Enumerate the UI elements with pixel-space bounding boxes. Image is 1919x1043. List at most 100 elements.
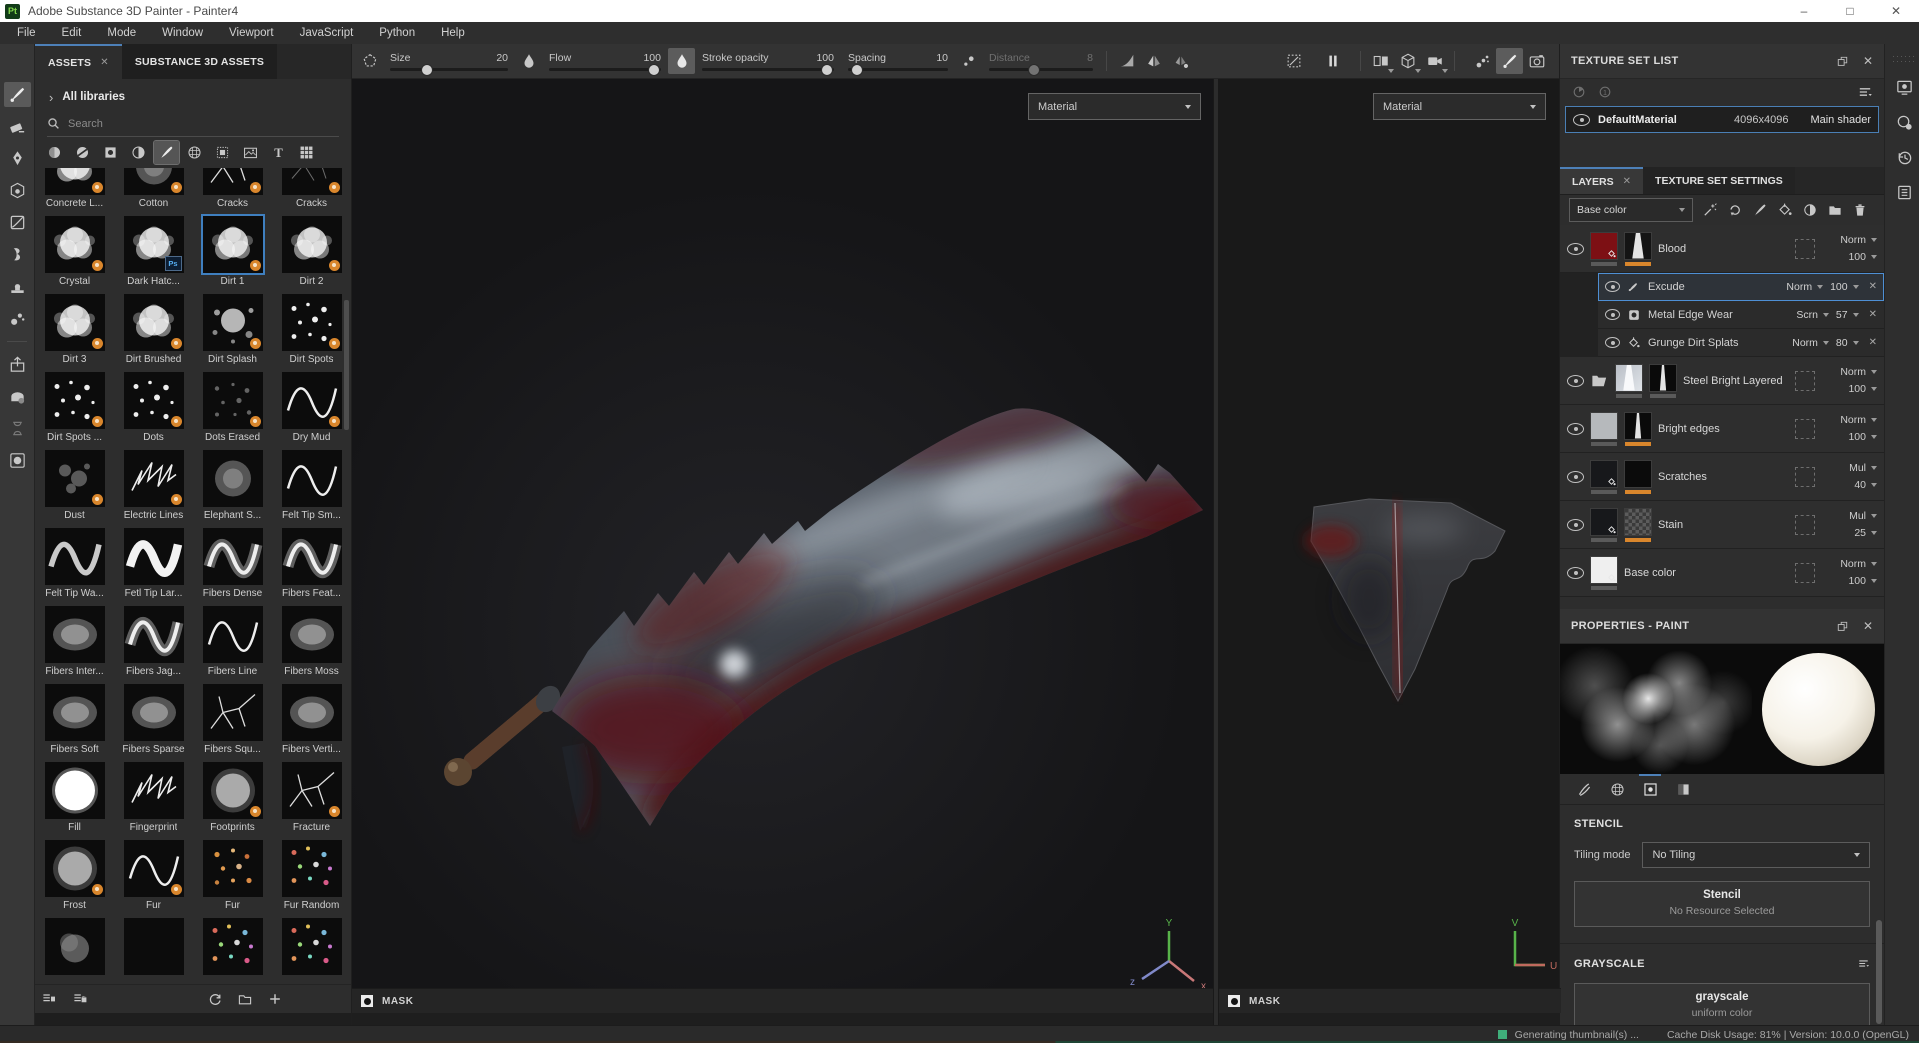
layer-row[interactable]: Stain Mul 25 — [1560, 501, 1884, 549]
display-sphere-icon[interactable] — [4, 448, 31, 473]
restore-button[interactable]: □ — [1827, 0, 1873, 22]
brushes-filter-icon[interactable] — [153, 140, 180, 165]
render-mode-icon[interactable] — [1523, 48, 1550, 74]
visibility-eye-icon[interactable] — [1567, 518, 1584, 531]
asset-item[interactable]: Fingerprint — [114, 762, 193, 840]
slider-knob[interactable] — [648, 63, 661, 76]
asset-item[interactable]: Dirt Spots — [272, 294, 351, 372]
mirror-icon[interactable] — [1140, 48, 1167, 74]
close-panel-icon[interactable]: ✕ — [1863, 54, 1873, 68]
asset-item[interactable]: Elephant S... — [193, 450, 272, 528]
log-icon[interactable] — [1892, 180, 1916, 204]
layer-thumbnail[interactable] — [1624, 507, 1652, 542]
asset-item[interactable]: Footprints — [193, 762, 272, 840]
smudge-tool[interactable] — [4, 210, 31, 235]
history-icon[interactable] — [1892, 145, 1916, 169]
asset-item[interactable]: Fibers Dense — [193, 528, 272, 606]
opacity-dropdown[interactable]: 100 — [1848, 431, 1877, 443]
minimize-button[interactable]: – — [1781, 0, 1827, 22]
blend-mode-dropdown[interactable]: Norm — [1840, 234, 1877, 246]
opacity-dropdown[interactable]: 80 — [1836, 337, 1859, 349]
viewport-3d[interactable]: Material Y x z MASK — [352, 79, 1213, 1026]
smart-masks-filter-icon[interactable] — [98, 141, 123, 164]
channel-bar-3d[interactable]: MASK — [352, 988, 1213, 1013]
layer-row[interactable]: Scratches Mul 40 — [1560, 453, 1884, 501]
asset-item[interactable]: Fibers Sparse — [114, 684, 193, 762]
brush-alpha-preview[interactable] — [1560, 644, 1752, 774]
display-settings-icon[interactable] — [1892, 75, 1916, 99]
viewport-2d[interactable]: Material V U MASK — [1219, 79, 1561, 1026]
assets-scrollbar[interactable] — [344, 300, 349, 430]
paint-mode-icon[interactable] — [1496, 48, 1523, 74]
asset-item[interactable]: Electric Lines — [114, 450, 193, 528]
opacity-dropdown[interactable]: 25 — [1854, 527, 1877, 539]
smart-materials-filter-icon[interactable] — [70, 141, 95, 164]
polygon-fill-tool[interactable] — [4, 178, 31, 203]
asset-item[interactable] — [272, 918, 351, 985]
layer-content-thumb[interactable] — [1590, 555, 1618, 584]
slider-track[interactable] — [549, 63, 661, 76]
uv-tile-toggle[interactable] — [1795, 514, 1815, 535]
import-assets-icon[interactable] — [267, 991, 283, 1007]
uv-tile-toggle[interactable] — [1795, 418, 1815, 439]
asset-grid-viewport[interactable]: Concrete L... Cotton Cracks Cracks Crystal Ps… — [35, 168, 351, 985]
asset-item[interactable]: Fibers Soft — [35, 684, 114, 762]
uv-tile-toggle[interactable] — [1795, 370, 1815, 391]
blend-mode-dropdown[interactable]: Norm — [1792, 337, 1829, 349]
menu-viewport[interactable]: Viewport — [216, 27, 287, 39]
shading-mode-dropdown-2d[interactable]: Material — [1373, 93, 1546, 120]
opacity-dropdown[interactable]: 57 — [1836, 309, 1859, 321]
details-view-icon[interactable] — [72, 991, 88, 1007]
split-view-icon[interactable] — [1367, 48, 1394, 74]
layer-thumbnail[interactable] — [1590, 459, 1618, 494]
layer-content-thumb[interactable] — [1624, 459, 1652, 488]
remove-effect-icon[interactable]: ✕ — [1869, 281, 1877, 292]
clone-tool[interactable] — [4, 242, 31, 267]
layer-thumbnail[interactable] — [1624, 459, 1652, 494]
pen-pressure-flow-icon[interactable] — [668, 48, 695, 74]
layer-thumbnail[interactable] — [1590, 411, 1618, 446]
layer-effect-row[interactable]: Metal Edge Wear Scrn 57 ✕ — [1598, 301, 1884, 329]
asset-item[interactable]: Dots — [114, 372, 193, 450]
layer-row[interactable]: Bright edges Norm 100 — [1560, 405, 1884, 453]
visibility-eye-icon[interactable] — [1573, 113, 1590, 126]
uv-tile-toggle[interactable] — [1795, 562, 1815, 583]
uv-tile-toggle[interactable] — [1795, 466, 1815, 487]
refresh-icon[interactable] — [207, 991, 223, 1007]
paint-brush-tool[interactable] — [3, 82, 31, 107]
asset-item[interactable]: Frost — [35, 840, 114, 918]
asset-item[interactable]: Felt Tip Sm... — [272, 450, 351, 528]
layer-content-thumb[interactable] — [1590, 411, 1618, 440]
right-panel-scrollbar[interactable] — [1876, 920, 1882, 1024]
grayscale-options-icon[interactable] — [1857, 957, 1870, 970]
layer-row[interactable]: Base color Norm 100 — [1560, 549, 1884, 597]
layer-thumbnail[interactable] — [1590, 231, 1618, 266]
perspective-icon[interactable] — [1394, 48, 1421, 74]
layer-content-thumb[interactable] — [1624, 507, 1652, 536]
slider-track[interactable] — [390, 63, 508, 76]
tab-texture-set-settings[interactable]: TEXTURE SET SETTINGS — [1643, 167, 1795, 194]
close-tab-icon[interactable]: ✕ — [1623, 176, 1631, 187]
asset-item[interactable]: Fibers Squ... — [193, 684, 272, 762]
tab-substance-3d-assets[interactable]: SUBSTANCE 3D ASSETS — [121, 44, 278, 79]
blend-mode-dropdown[interactable]: Mul — [1849, 510, 1877, 522]
asset-item[interactable]: Fibers Inter... — [35, 606, 114, 684]
menu-edit[interactable]: Edit — [49, 27, 95, 39]
tab-material[interactable] — [1604, 776, 1630, 802]
materials-filter-icon[interactable] — [42, 141, 67, 164]
asset-item[interactable]: Dirt 3 — [35, 294, 114, 372]
library-selector[interactable]: › All libraries — [35, 79, 351, 111]
layer-content-thumb[interactable] — [1590, 459, 1618, 488]
tiling-mode-dropdown[interactable]: No Tiling — [1642, 842, 1870, 868]
shader-settings-icon[interactable] — [1892, 110, 1916, 134]
layer-thumbnail[interactable] — [1624, 231, 1652, 266]
pen-pressure-size-icon[interactable] — [515, 48, 542, 74]
layer-row[interactable]: Blood Norm 100 — [1560, 225, 1884, 273]
textures-filter-icon[interactable] — [238, 141, 263, 164]
opacity-dropdown[interactable]: 100 — [1848, 383, 1877, 395]
asset-item[interactable]: Fur Random — [272, 840, 351, 918]
close-panel-icon[interactable]: ✕ — [1863, 619, 1873, 633]
visibility-eye-icon[interactable] — [1605, 281, 1620, 292]
grayscale-resource-slot[interactable]: grayscale uniform color — [1574, 983, 1870, 1026]
layer-mask-thumb[interactable] — [1624, 231, 1652, 260]
